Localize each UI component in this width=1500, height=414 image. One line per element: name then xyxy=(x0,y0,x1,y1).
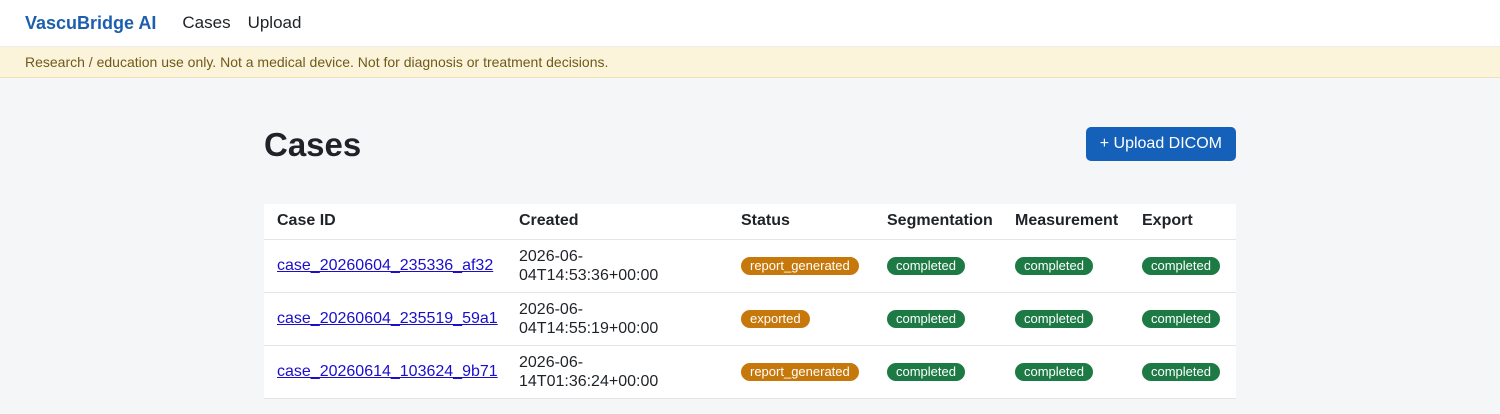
table-row: case_20260604_235336_af32 2026-06- 04T14:… xyxy=(264,239,1236,293)
export-cell: completed xyxy=(1129,292,1236,346)
created-date: 2026-06- 04T14:55:19+00:00 xyxy=(519,300,689,338)
measurement-cell: completed xyxy=(1002,239,1129,293)
page-title: Cases xyxy=(264,126,362,163)
created-cell: 2026-06- 04T14:53:36+00:00 xyxy=(506,239,728,293)
status-cell: report_generated xyxy=(728,345,874,399)
status-cell: report_generated xyxy=(728,239,874,293)
upload-dicom-button[interactable]: + Upload DICOM xyxy=(1085,127,1236,161)
disclaimer-text: Research / education use only. Not a med… xyxy=(25,54,609,70)
case-link[interactable]: case_20260614_103624_9b71 xyxy=(277,363,498,380)
export-badge: completed xyxy=(1142,309,1220,328)
case-id-cell: case_20260614_103624_9b71 xyxy=(264,345,506,399)
measurement-cell: completed xyxy=(1002,345,1129,399)
column-header-case-id: Case ID xyxy=(264,204,506,240)
created-date-part2: 04T14:55:19+00:00 xyxy=(519,319,659,337)
export-badge: completed xyxy=(1142,362,1220,381)
status-badge: report_generated xyxy=(741,256,859,275)
column-header-export: Export xyxy=(1129,204,1236,240)
created-date: 2026-06- 14T01:36:24+00:00 xyxy=(519,353,689,391)
status-badge: exported xyxy=(741,309,810,328)
table-row: case_20260604_235519_59a1 2026-06- 04T14:… xyxy=(264,292,1236,346)
segmentation-badge: completed xyxy=(887,256,965,275)
export-badge: completed xyxy=(1142,256,1220,275)
export-cell: completed xyxy=(1129,345,1236,399)
status-cell: exported xyxy=(728,292,874,346)
created-date-part1: 2026-06- xyxy=(519,247,584,265)
export-cell: completed xyxy=(1129,239,1236,293)
cases-table: Case ID Created Status Segmentation Meas… xyxy=(264,204,1236,399)
segmentation-cell: completed xyxy=(874,345,1002,399)
segmentation-badge: completed xyxy=(887,309,965,328)
table-header-row: Case ID Created Status Segmentation Meas… xyxy=(264,204,1236,240)
created-cell: 2026-06- 14T01:36:24+00:00 xyxy=(506,345,728,399)
column-header-status: Status xyxy=(728,204,874,240)
segmentation-badge: completed xyxy=(887,362,965,381)
created-date: 2026-06- 04T14:53:36+00:00 xyxy=(519,247,689,285)
measurement-badge: completed xyxy=(1015,309,1093,328)
case-link[interactable]: case_20260604_235336_af32 xyxy=(277,257,493,274)
nav-link-upload[interactable]: Upload xyxy=(248,13,302,33)
case-id-cell: case_20260604_235519_59a1 xyxy=(264,292,506,346)
case-id-cell: case_20260604_235336_af32 xyxy=(264,239,506,293)
page-header: Cases + Upload DICOM xyxy=(264,78,1236,204)
created-date-part2: 14T01:36:24+00:00 xyxy=(519,372,659,390)
measurement-badge: completed xyxy=(1015,256,1093,275)
segmentation-cell: completed xyxy=(874,239,1002,293)
status-badge: report_generated xyxy=(741,362,859,381)
created-date-part1: 2026-06- xyxy=(519,353,584,371)
top-nav: VascuBridge AI Cases Upload xyxy=(0,0,1500,47)
segmentation-cell: completed xyxy=(874,292,1002,346)
column-header-created: Created xyxy=(506,204,728,240)
disclaimer-banner: Research / education use only. Not a med… xyxy=(0,47,1500,78)
created-date-part2: 04T14:53:36+00:00 xyxy=(519,266,659,284)
measurement-cell: completed xyxy=(1002,292,1129,346)
main-content: Cases + Upload DICOM Case ID Created Sta… xyxy=(264,78,1236,399)
measurement-badge: completed xyxy=(1015,362,1093,381)
nav-link-cases[interactable]: Cases xyxy=(182,13,230,33)
brand-logo[interactable]: VascuBridge AI xyxy=(25,13,156,34)
column-header-segmentation: Segmentation xyxy=(874,204,1002,240)
table-row: case_20260614_103624_9b71 2026-06- 14T01:… xyxy=(264,345,1236,399)
case-link[interactable]: case_20260604_235519_59a1 xyxy=(277,310,498,327)
created-date-part1: 2026-06- xyxy=(519,300,584,318)
column-header-measurement: Measurement xyxy=(1002,204,1129,240)
created-cell: 2026-06- 04T14:55:19+00:00 xyxy=(506,292,728,346)
